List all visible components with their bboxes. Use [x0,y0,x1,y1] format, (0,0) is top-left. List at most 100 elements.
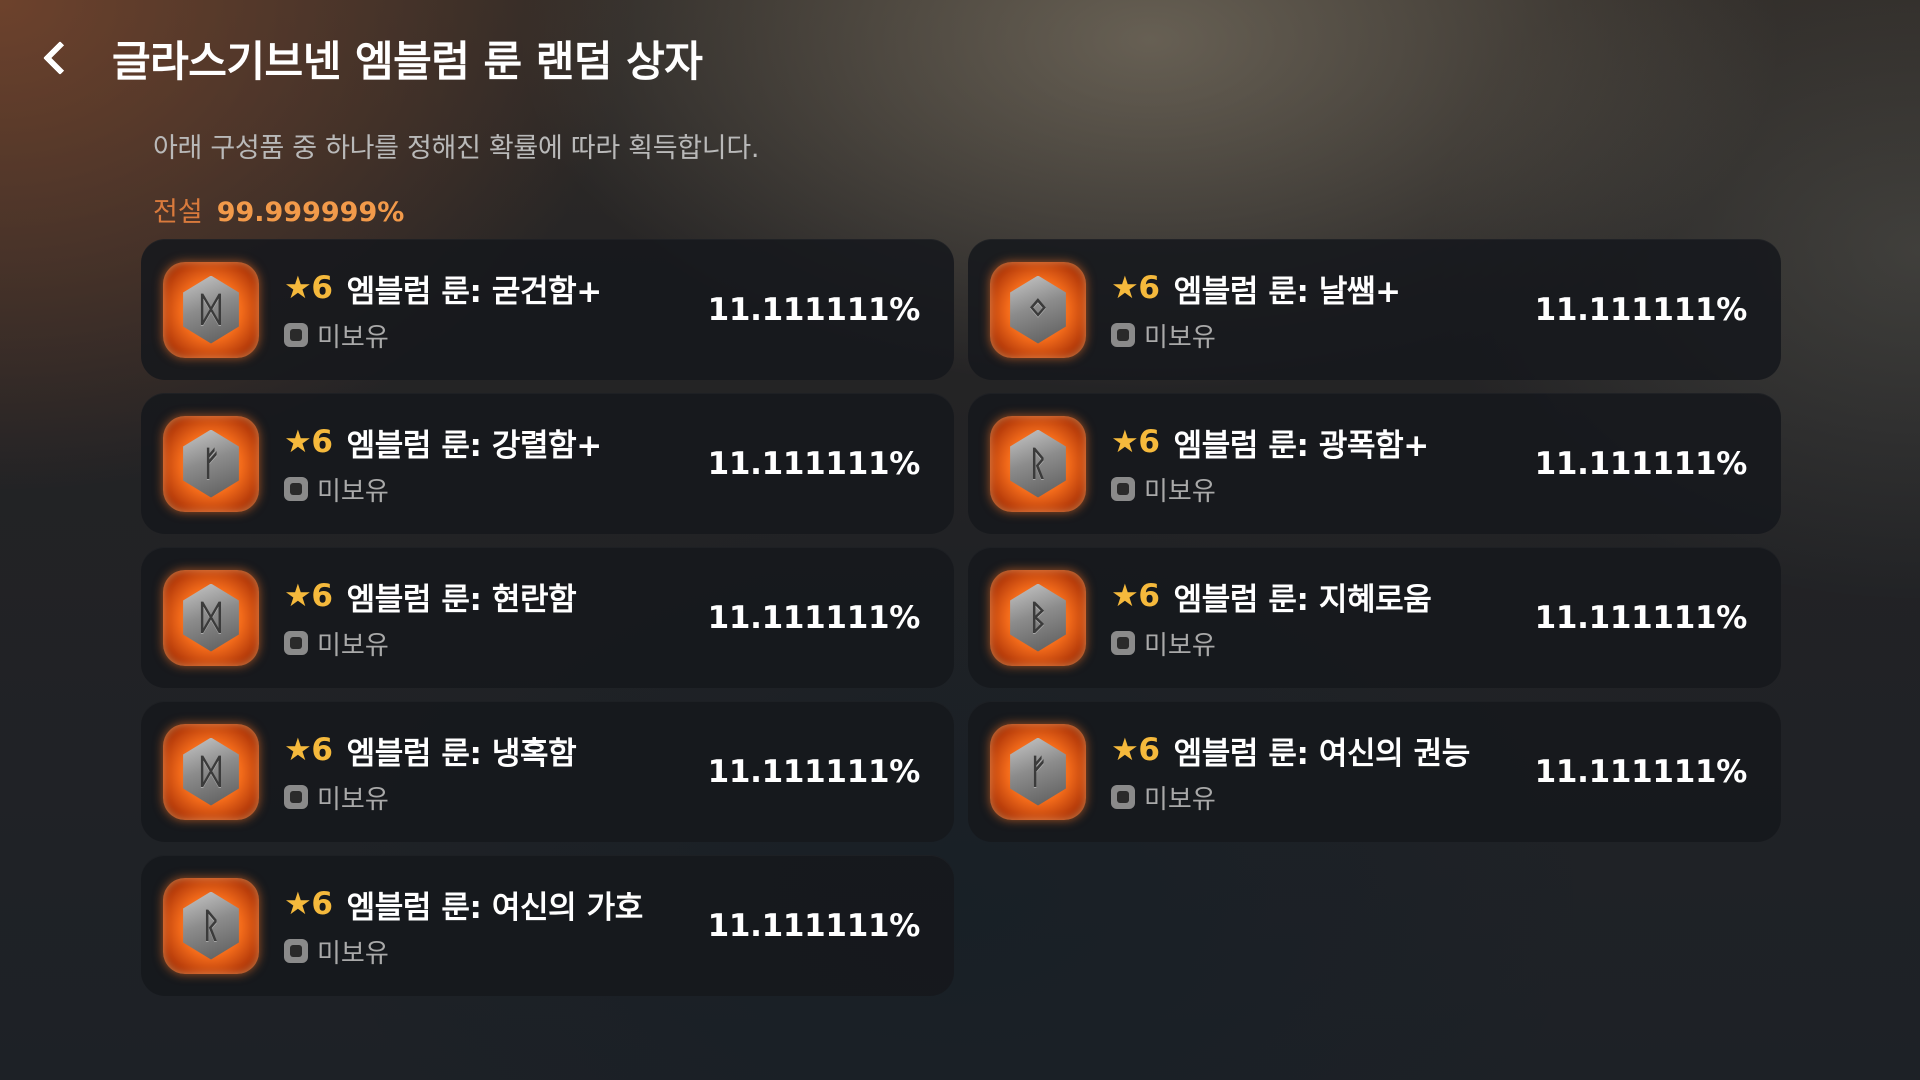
owned-label: 미보유 [1144,784,1216,815]
star-icon: ★ [1111,270,1139,306]
item-name: 엠블럼 룬: 굳건함+ [346,273,603,310]
star-icon: ★ [1111,732,1139,768]
rune-glyph: ᛞ [183,275,239,344]
star-grade: 6 [311,886,333,922]
star-icon: ★ [284,424,312,460]
item-name: 엠블럼 룬: 냉혹함 [346,735,577,772]
item-probability: 11.111111% [1534,291,1748,328]
owned-status: 미보유 [1111,625,1431,662]
rune-icon: ᚱ [990,415,1086,512]
item-probability: 11.111111% [707,291,921,328]
grade-percent: 99.999999% [216,197,405,228]
owned-status: 미보유 [1111,317,1401,354]
inventory-icon [1111,323,1135,347]
item-card[interactable]: ᛒ ★ 6 엠블럼 룬: 지혜로움 미보유 11.111111% [968,547,1781,688]
item-title: ★ 6 엠블럼 룬: 지혜로움 [1111,574,1432,619]
owned-status: 미보유 [284,933,643,970]
item-card[interactable]: ᚠ ★ 6 엠블럼 룬: 강렬함+ 미보유 11.111111% [141,393,954,534]
rune-icon: ᛞ [163,261,259,358]
owned-label: 미보유 [1144,322,1216,353]
item-info: ★ 6 엠블럼 룬: 강렬함+ 미보유 [284,420,602,508]
item-info: ★ 6 엠블럼 룬: 지혜로움 미보유 [1111,574,1432,662]
star-icon: ★ [284,732,312,768]
star-icon: ★ [1111,424,1139,460]
owned-status: 미보유 [1111,779,1470,816]
star-grade: 6 [311,270,333,306]
item-title: ★ 6 엠블럼 룬: 냉혹함 [284,728,577,773]
item-probability: 11.111111% [1534,753,1748,790]
item-title: ★ 6 엠블럼 룬: 여신의 가호 [284,882,643,927]
item-title: ★ 6 엠블럼 룬: 여신의 권능 [1111,728,1470,773]
item-info: ★ 6 엠블럼 룬: 여신의 가호 미보유 [284,882,643,970]
inventory-icon [284,323,308,347]
rune-icon: ᛒ [990,569,1086,666]
item-info: ★ 6 엠블럼 룬: 여신의 권능 미보유 [1111,728,1470,816]
rune-icon: ᚠ [990,723,1086,820]
star-grade: 6 [1138,578,1160,614]
item-name: 엠블럼 룬: 광폭함+ [1173,427,1430,464]
item-title: ★ 6 엠블럼 룬: 강렬함+ [284,420,602,465]
owned-status: 미보유 [284,779,576,816]
item-title: ★ 6 엠블럼 룬: 현란함 [284,574,577,619]
item-probability: 11.111111% [707,445,921,482]
chevron-left-icon[interactable] [36,38,76,78]
rune-icon: ᛞ [163,723,259,820]
rune-glyph: ᚱ [1010,429,1066,498]
inventory-icon [1111,785,1135,809]
owned-label: 미보유 [317,630,389,661]
rune-glyph: ᚠ [183,429,239,498]
inventory-icon [284,477,308,501]
item-name: 엠블럼 룬: 지혜로움 [1173,581,1432,618]
item-probability: 11.111111% [707,753,921,790]
star-icon: ★ [284,578,312,614]
owned-label: 미보유 [317,938,389,969]
item-info: ★ 6 엠블럼 룬: 현란함 미보유 [284,574,577,662]
star-icon: ★ [284,886,312,922]
item-probability: 11.111111% [707,599,921,636]
rune-icon: ᛞ [163,569,259,666]
item-info: ★ 6 엠블럼 룬: 냉혹함 미보유 [284,728,577,816]
star-grade: 6 [311,578,333,614]
item-card[interactable]: ᚱ ★ 6 엠블럼 룬: 여신의 가호 미보유 11.111111% [141,855,954,996]
item-probability: 11.111111% [1534,599,1748,636]
owned-status: 미보유 [284,471,602,508]
item-info: ★ 6 엠블럼 룬: 광폭함+ 미보유 [1111,420,1429,508]
star-grade: 6 [311,732,333,768]
item-card[interactable]: ᛞ ★ 6 엠블럼 룬: 냉혹함 미보유 11.111111% [141,701,954,842]
page-title: 글라스기브넨 엠블럼 룬 랜덤 상자 [112,36,703,86]
inventory-icon [1111,477,1135,501]
item-info: ★ 6 엠블럼 룬: 굳건함+ 미보유 [284,266,602,354]
description-text: 아래 구성품 중 하나를 정해진 확률에 따라 획득합니다. [153,133,760,164]
item-title: ★ 6 엠블럼 룬: 광폭함+ [1111,420,1429,465]
owned-status: 미보유 [1111,471,1429,508]
item-card[interactable]: ᛞ ★ 6 엠블럼 룬: 현란함 미보유 11.111111% [141,547,954,688]
inventory-icon [284,939,308,963]
item-card[interactable]: ᛞ ★ 6 엠블럼 룬: 굳건함+ 미보유 11.111111% [141,239,954,380]
item-list: ᛞ ★ 6 엠블럼 룬: 굳건함+ 미보유 11.111111% ᛜ ★ 6 엠… [141,239,1781,996]
header: 글라스기브넨 엠블럼 룬 랜덤 상자 [36,24,703,92]
item-probability: 11.111111% [1534,445,1748,482]
owned-label: 미보유 [317,784,389,815]
inventory-icon [284,785,308,809]
star-grade: 6 [1138,270,1160,306]
item-card[interactable]: ᛜ ★ 6 엠블럼 룬: 날쌤+ 미보유 11.111111% [968,239,1781,380]
rune-glyph: ᛒ [1010,583,1066,652]
owned-label: 미보유 [317,476,389,507]
item-name: 엠블럼 룬: 날쌤+ [1173,273,1401,310]
star-icon: ★ [284,270,312,306]
item-info: ★ 6 엠블럼 룬: 날쌤+ 미보유 [1111,266,1401,354]
star-icon: ★ [1111,578,1139,614]
item-title: ★ 6 엠블럼 룬: 굳건함+ [284,266,602,311]
owned-status: 미보유 [284,317,602,354]
inventory-icon [1111,631,1135,655]
rune-glyph: ᚠ [1010,737,1066,806]
rune-icon: ᚱ [163,877,259,974]
item-card[interactable]: ᚱ ★ 6 엠블럼 룬: 광폭함+ 미보유 11.111111% [968,393,1781,534]
inventory-icon [284,631,308,655]
item-name: 엠블럼 룬: 현란함 [346,581,577,618]
item-name: 엠블럼 룬: 강렬함+ [346,427,603,464]
owned-label: 미보유 [1144,476,1216,507]
star-grade: 6 [311,424,333,460]
item-card[interactable]: ᚠ ★ 6 엠블럼 룬: 여신의 권능 미보유 11.111111% [968,701,1781,842]
star-grade: 6 [1138,424,1160,460]
